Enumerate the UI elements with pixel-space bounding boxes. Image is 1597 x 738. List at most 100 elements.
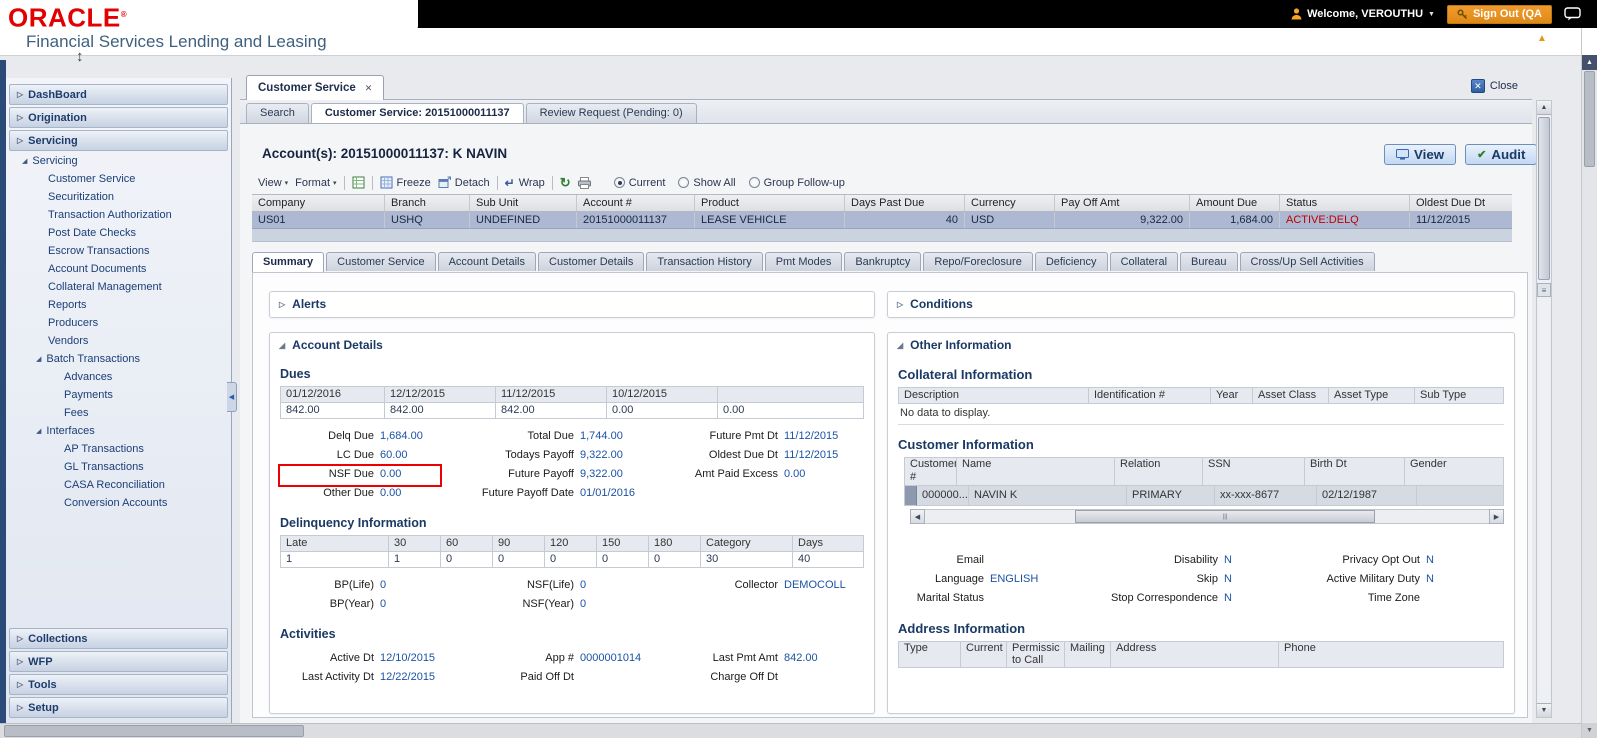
grid-cell[interactable]: 40: [845, 212, 965, 228]
sidebar-item[interactable]: Payments: [6, 386, 231, 404]
customer-header-cell[interactable]: Birth Dt: [1305, 458, 1405, 486]
sidebar-item[interactable]: ▷ Servicing: [9, 130, 228, 151]
tab[interactable]: Collateral: [1109, 252, 1179, 271]
scroll-right-button[interactable]: ▶: [1489, 509, 1504, 524]
customer-header-cell[interactable]: Customer #: [905, 458, 957, 486]
conditions-panel-header[interactable]: ▷ Conditions: [888, 292, 1514, 314]
sidebar-item[interactable]: Collateral Management: [6, 278, 231, 296]
account-details-header[interactable]: ◢ Account Details: [270, 333, 874, 355]
sidebar-item[interactable]: ▷ Collections: [9, 628, 228, 649]
sidebar-item[interactable]: CASA Reconciliation: [6, 476, 231, 494]
tab[interactable]: Bureau: [1180, 252, 1238, 271]
sidebar-item[interactable]: ▷ Tools: [9, 674, 228, 695]
scrollbar-track[interactable]: |||: [925, 509, 1489, 524]
sidebar-item[interactable]: Advances: [6, 368, 231, 386]
sidebar-item[interactable]: Securitization: [6, 188, 231, 206]
scrollbar-thumb[interactable]: [4, 725, 304, 737]
chat-icon[interactable]: [1564, 7, 1581, 21]
customer-cell[interactable]: 000000...: [917, 486, 969, 506]
customer-header-cell[interactable]: SSN: [1203, 458, 1305, 486]
grid-header-cell[interactable]: Branch: [385, 195, 470, 211]
tab[interactable]: Transaction History: [646, 252, 763, 271]
scroll-down-button[interactable]: ▼: [1537, 703, 1551, 717]
collapse-panel-arrow-icon[interactable]: ▲: [1537, 33, 1547, 44]
radio-option[interactable]: Show All: [678, 177, 736, 189]
radio-option[interactable]: Group Follow-up: [748, 177, 845, 189]
tab[interactable]: Customer Details: [538, 252, 645, 271]
scroll-left-button[interactable]: ◀: [910, 509, 925, 524]
scrollbar-splitter[interactable]: ≡: [1537, 283, 1551, 297]
tab[interactable]: Pmt Modes: [764, 252, 843, 271]
grid-header-cell[interactable]: Currency: [965, 195, 1055, 211]
detach-button[interactable]: Detach: [438, 176, 490, 189]
browser-horizontal-scrollbar[interactable]: [0, 723, 1581, 738]
customer-header-cell[interactable]: Name: [957, 458, 1115, 486]
scrollbar-thumb[interactable]: [1538, 117, 1550, 280]
sidebar-item[interactable]: ◢ Servicing: [6, 152, 231, 170]
browser-vertical-scrollbar[interactable]: ▲ ▼: [1581, 28, 1597, 738]
grid-header-cell[interactable]: Pay Off Amt: [1055, 195, 1190, 211]
sidebar-item[interactable]: Customer Service: [6, 170, 231, 188]
wrap-button[interactable]: ↵ Wrap: [505, 176, 545, 190]
grid-selected-row[interactable]: US01 USHQ UNDEFINED 20151000011137 LEASE VEH…: [252, 212, 1512, 229]
sidebar-item[interactable]: Escrow Transactions: [6, 242, 231, 260]
sidebar-item[interactable]: Conversion Accounts: [6, 494, 231, 512]
freeze-button[interactable]: Freeze: [380, 176, 431, 189]
scroll-down-button[interactable]: ▼: [1582, 723, 1597, 738]
customer-cell[interactable]: NAVIN K: [969, 486, 1127, 506]
sidebar-item[interactable]: Transaction Authorization: [6, 206, 231, 224]
grid-header-cell[interactable]: Account #: [577, 195, 695, 211]
customer-cell[interactable]: PRIMARY: [1127, 486, 1215, 506]
print-icon[interactable]: [577, 176, 591, 189]
sidebar-item[interactable]: Account Documents: [6, 260, 231, 278]
grid-header-cell[interactable]: Oldest Due Dt: [1410, 195, 1512, 211]
sidebar-item[interactable]: ▷ Setup: [9, 697, 228, 718]
grid-header-cell[interactable]: Amount Due: [1190, 195, 1280, 211]
scroll-up-button[interactable]: ▲: [1537, 101, 1551, 115]
customer-cell[interactable]: xx-xxx-8677: [1215, 486, 1317, 506]
sidebar-item[interactable]: ◢ Interfaces: [6, 422, 231, 440]
audit-button[interactable]: ✔ Audit: [1465, 144, 1538, 165]
grid-cell[interactable]: 9,322.00: [1055, 212, 1190, 228]
tab[interactable]: Deficiency: [1034, 252, 1108, 271]
view-menu[interactable]: View ▾: [258, 177, 288, 189]
grid-cell[interactable]: USHQ: [385, 212, 470, 228]
refresh-icon[interactable]: ↻: [560, 175, 571, 191]
sidebar-item[interactable]: AP Transactions: [6, 440, 231, 458]
tab[interactable]: Bankruptcy: [844, 252, 922, 271]
subtab[interactable]: Search: [246, 103, 309, 123]
user-menu[interactable]: Welcome, VEROUTHU ▼: [1291, 8, 1435, 20]
sidebar-item[interactable]: ▷ Origination: [9, 107, 228, 128]
grid-cell[interactable]: LEASE VEHICLE: [695, 212, 845, 228]
tab[interactable]: Cross/Up Sell Activities: [1239, 252, 1375, 271]
sidebar-item[interactable]: [6, 512, 231, 627]
other-information-header[interactable]: ◢ Other Information: [888, 333, 1514, 355]
sidebar-item[interactable]: Reports: [6, 296, 231, 314]
close-button[interactable]: ✕ Close: [1470, 79, 1518, 93]
grid-cell[interactable]: 1,684.00: [1190, 212, 1280, 228]
grid-header-cell[interactable]: Product: [695, 195, 845, 211]
sidebar-item[interactable]: GL Transactions: [6, 458, 231, 476]
customer-header-cell[interactable]: Gender: [1405, 458, 1504, 486]
subtab[interactable]: Customer Service: 20151000011137: [310, 103, 524, 123]
scrollbar-thumb[interactable]: |||: [1075, 510, 1375, 523]
sidebar-item[interactable]: Vendors: [6, 332, 231, 350]
export-to-excel-icon[interactable]: [352, 176, 365, 189]
row-selector-cell[interactable]: [905, 486, 917, 506]
grid-cell[interactable]: US01: [252, 212, 385, 228]
sidebar-collapse-handle[interactable]: ◀: [227, 382, 237, 412]
tab-customer-service[interactable]: Customer Service ✕: [246, 75, 385, 100]
grid-header-cell[interactable]: Days Past Due: [845, 195, 965, 211]
sidebar-item[interactable]: ◢ Batch Transactions: [6, 350, 231, 368]
sidebar-item[interactable]: Fees: [6, 404, 231, 422]
content-vertical-scrollbar[interactable]: ▲ ≡ ▼: [1536, 100, 1552, 718]
tab[interactable]: Repo/Foreclosure: [923, 252, 1033, 271]
tab-close-icon[interactable]: ✕: [365, 83, 373, 94]
sidebar-item[interactable]: ▷ DashBoard: [9, 84, 228, 105]
sidebar-item[interactable]: ▷ WFP: [9, 651, 228, 672]
format-menu[interactable]: Format ▾: [295, 177, 336, 189]
sign-out-button[interactable]: Sign Out (QA: [1446, 4, 1552, 24]
subtab[interactable]: Review Request (Pending: 0): [525, 103, 697, 123]
customer-header-cell[interactable]: Relation: [1115, 458, 1203, 486]
grid-header-cell[interactable]: Status: [1280, 195, 1410, 211]
